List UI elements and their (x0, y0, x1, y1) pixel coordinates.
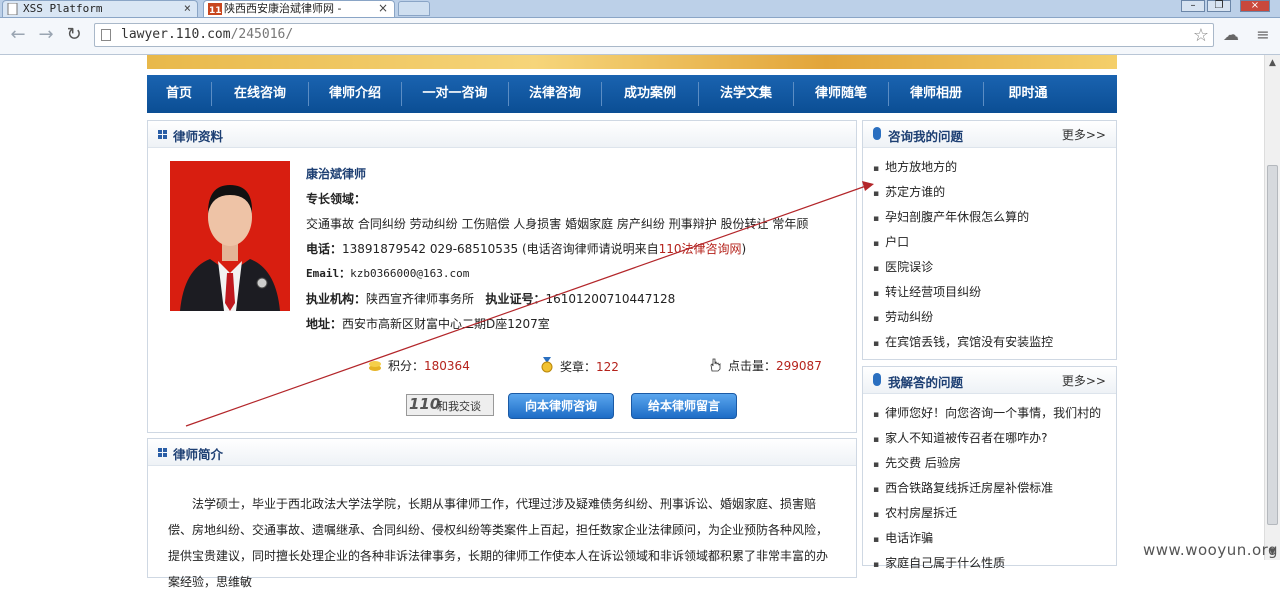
watermark-text: www.wooyun.org (1143, 541, 1279, 559)
annotation-arrow (185, 181, 874, 427)
